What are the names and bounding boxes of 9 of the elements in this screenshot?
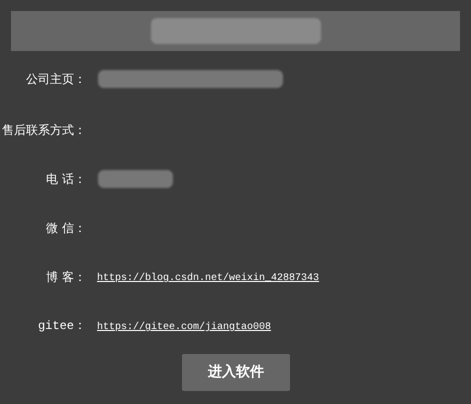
field-label: gitee：	[36, 318, 87, 334]
link[interactable]: https://gitee.com/jiangtao008	[97, 322, 272, 333]
link[interactable]: https://blog.csdn.net/weixin_42887343	[97, 273, 320, 284]
field-label: 微 信：	[45, 220, 87, 236]
field-label: 博 客：	[45, 268, 87, 286]
field-label: 公司主页：	[25, 71, 87, 88]
field-label: 电 话：	[45, 170, 87, 188]
enter-button[interactable]: 进入软件	[182, 354, 290, 391]
field-label: 售后联系方式：	[1, 122, 87, 138]
